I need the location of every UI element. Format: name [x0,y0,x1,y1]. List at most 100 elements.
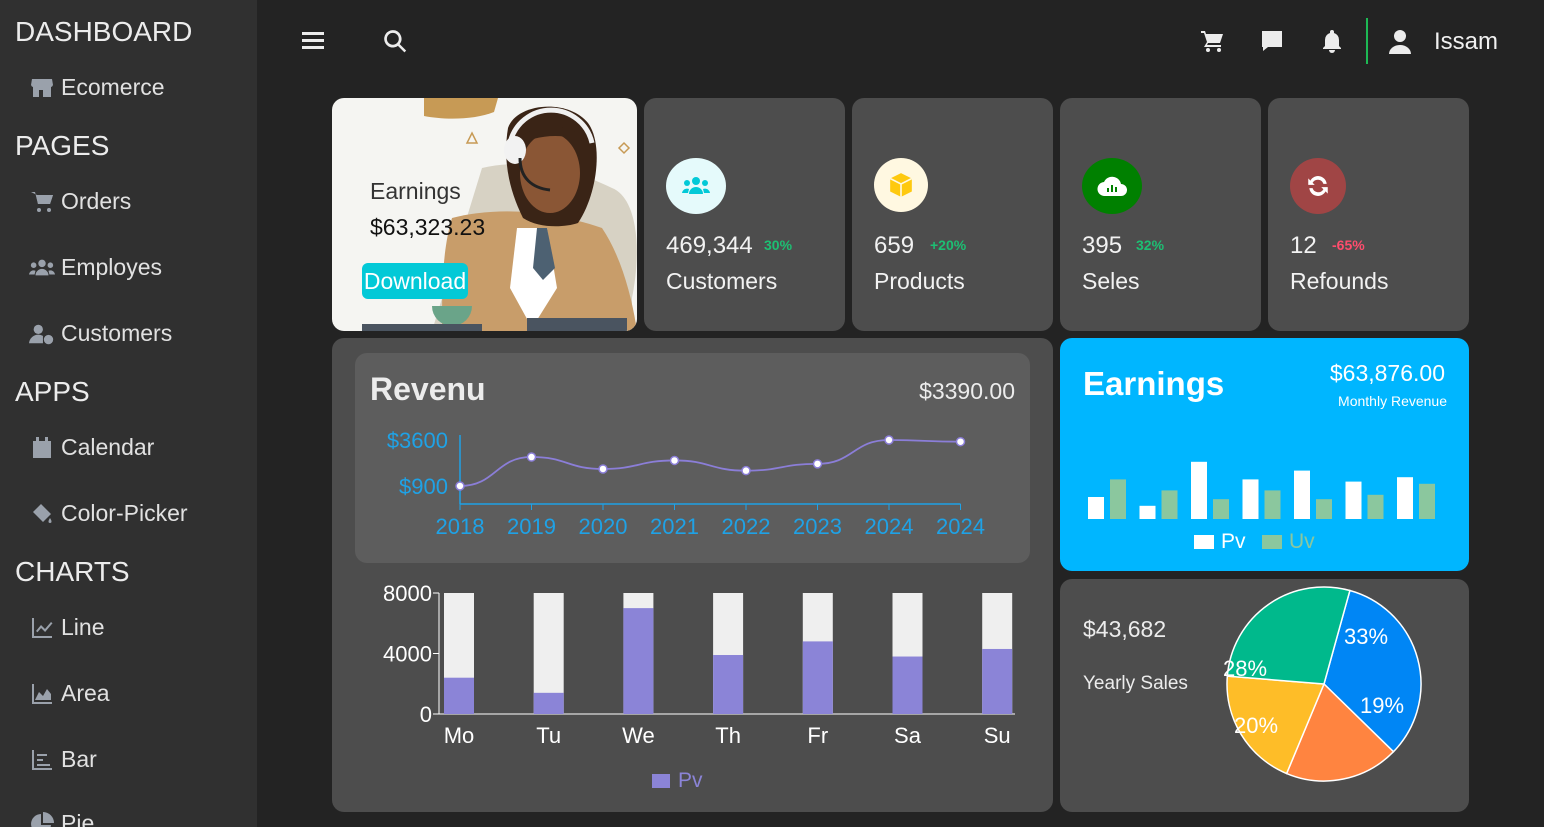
data-point [598,464,608,474]
users-icon [682,177,710,194]
chat-button[interactable] [1260,29,1284,58]
bar-uv [1316,499,1332,519]
stat-label: Seles [1082,268,1140,294]
x-tick-label: Fr [807,723,828,748]
sidebar-item-line[interactable]: Line [29,614,104,641]
x-tick-label: 2021 [650,514,699,539]
stat-label: Customers [666,268,778,294]
legend-label-uv: Uv [1289,530,1315,553]
sidebar-item-label: Ecomerce [61,74,165,100]
sidebar-section-pages: PAGES [15,130,110,161]
pie-slice-label: 33% [1344,624,1388,649]
pie-chart-icon [31,811,54,827]
bar [892,656,923,714]
earnings-mini-bar-chart: Pv Uv [1088,461,1435,553]
stat-value: 12 [1290,232,1317,259]
users-icon [29,259,55,275]
sidebar-section-charts: CHARTS [15,556,130,587]
pie-slice-label: 19% [1360,693,1404,718]
sidebar-item-pie[interactable]: Pie [29,810,94,827]
data-point [669,455,680,466]
sidebar-item-label: Line [61,614,105,640]
x-tick-label: Mo [444,723,475,748]
legend-swatch [652,774,670,788]
bar-pv [1242,479,1259,519]
bar-uv [1110,479,1126,519]
x-tick-label: Tu [536,723,561,748]
bar-pv [1294,470,1310,519]
user-gear-icon [29,324,54,344]
revenue-line-chart: $3600 $900 2018 2019 2020 2021 2022 2023 2024 202… [387,428,985,539]
stat-value: 395 [1082,232,1123,259]
stat-card-products: 659 +20% Products [852,98,1053,331]
bell-icon [1323,30,1341,53]
sidebar-item-label: Customers [61,320,173,346]
user-divider [1366,18,1368,64]
pie-slice-label: 28% [1223,656,1267,681]
user-name: Issam [1434,28,1499,55]
weekly-bar-chart: 8000 4000 0 Mo Tu We Th Fr Sa Su Pv [383,581,1015,792]
cart-button[interactable] [1200,29,1224,58]
cart-icon [31,191,53,212]
bar-uv [1161,490,1178,519]
sidebar-item-label: Calendar [61,434,155,460]
search-icon [384,30,407,53]
sidebar-item-bar[interactable]: Bar [29,746,97,773]
stat-percent: 32% [1136,237,1165,253]
data-point [526,452,537,462]
notification-button[interactable] [1320,29,1344,58]
sidebar-item-orders[interactable]: Orders [29,188,131,215]
stat-percent: +20% [930,237,967,253]
legend-label-pv: Pv [1221,530,1246,553]
bar [533,692,564,714]
user-menu[interactable]: Issam [1388,28,1498,56]
yearly-pie-chart: 33% 19% 20% 28% [1223,586,1422,782]
download-button[interactable]: Download [362,263,468,299]
bar-pv [1397,477,1413,519]
legend-swatch-uv [1262,535,1282,549]
stat-card-refounds: 12 -65% Refounds [1268,98,1469,331]
stat-icon-wrap [1290,158,1346,214]
y-tick-label: 0 [420,702,432,727]
bar-pv [1191,461,1207,519]
earnings-amount: $63,323.23 [370,214,486,240]
x-tick-label: Th [715,723,741,748]
bar [623,608,654,714]
x-tick-label: We [622,723,655,748]
bar-pv [1088,497,1104,519]
legend-label: Pv [678,769,703,792]
search-button[interactable] [382,28,408,59]
bar-chart-icon [32,749,52,770]
stat-icon-wrap [666,158,726,214]
stat-value: 659 [874,232,915,259]
chat-icon [1262,31,1282,51]
sidebar-item-ecomerce[interactable]: Ecomerce [29,74,165,101]
y-tick-label: $3600 [387,428,448,453]
sidebar-item-label: Employes [61,254,162,280]
bar [982,648,1013,714]
stat-icon-wrap [1082,158,1142,214]
x-tick-label: Su [984,723,1011,748]
data-point [884,435,894,445]
data-point [955,436,966,447]
sidebar-item-label: Area [61,680,110,706]
user-icon [1389,30,1411,54]
sidebar-item-label: Bar [61,746,97,772]
yearly-sales-panel: $43,682 Yearly Sales 33% 19% 20% 28% [1060,579,1469,812]
sidebar-item-employes[interactable]: Employes [29,254,162,281]
stat-label: Products [874,268,965,294]
sidebar-section-dashboard: DASHBOARD [15,16,193,47]
hamburger-icon [302,32,324,49]
sidebar-item-calendar[interactable]: Calendar [29,434,154,461]
bar [802,641,833,714]
store-icon [31,78,53,97]
cart-icon [1201,31,1223,52]
sidebar-item-area[interactable]: Area [29,680,110,707]
sidebar-item-color-picker[interactable]: Color-Picker [29,500,188,527]
sidebar-item-customers[interactable]: Customers [29,320,172,347]
earnings-promo-card: Earnings $63,323.23 Download [332,98,637,331]
paint-bucket-icon [33,503,52,523]
stat-percent: -65% [1332,237,1365,253]
sidebar-item-label: Color-Picker [61,500,188,526]
menu-button[interactable] [301,28,325,57]
